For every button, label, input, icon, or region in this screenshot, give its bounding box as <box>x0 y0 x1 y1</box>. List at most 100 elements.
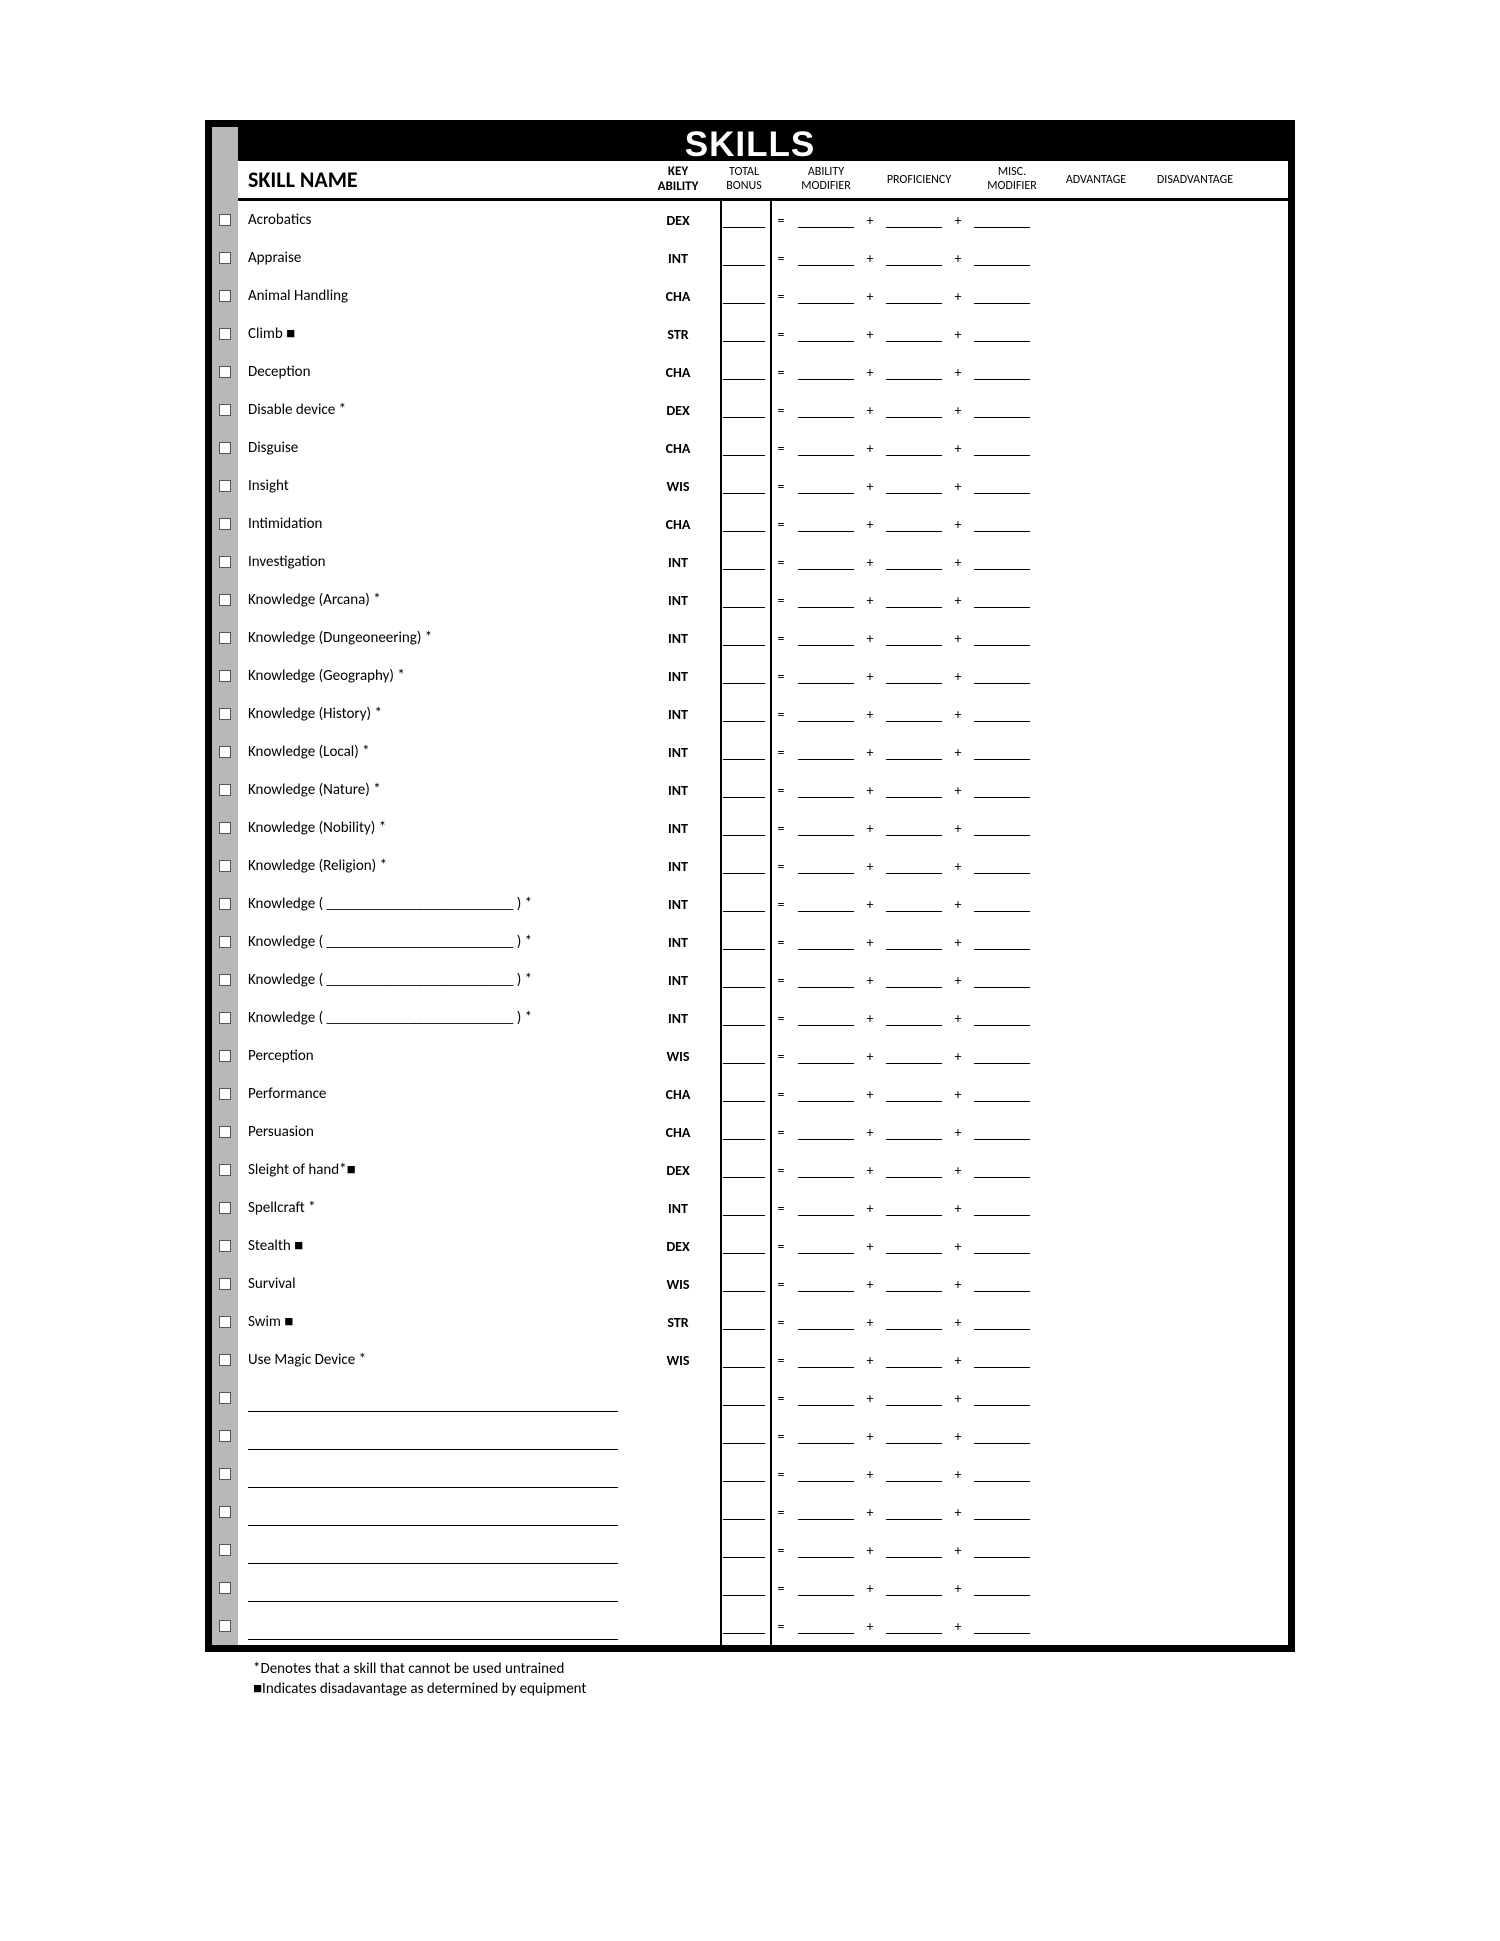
ability-modifier-field[interactable] <box>787 1276 865 1292</box>
proficient-checkbox[interactable] <box>219 1392 231 1404</box>
skill-name-input[interactable] <box>248 1510 618 1526</box>
proficient-checkbox[interactable] <box>219 1316 231 1328</box>
misc-modifier-field[interactable] <box>963 858 1041 874</box>
ability-modifier-field[interactable] <box>787 402 865 418</box>
proficiency-field[interactable] <box>875 1124 953 1140</box>
proficiency-field[interactable] <box>875 858 953 874</box>
ability-modifier-field[interactable] <box>787 1466 865 1482</box>
ability-modifier-field[interactable] <box>787 1162 865 1178</box>
proficiency-field[interactable] <box>875 934 953 950</box>
proficiency-field[interactable] <box>875 592 953 608</box>
misc-modifier-field[interactable] <box>963 1428 1041 1444</box>
ability-modifier-field[interactable] <box>787 516 865 532</box>
misc-modifier-field[interactable] <box>963 478 1041 494</box>
total-bonus-field[interactable] <box>713 516 775 532</box>
ability-modifier-field[interactable] <box>787 972 865 988</box>
proficiency-field[interactable] <box>875 1542 953 1558</box>
proficient-checkbox[interactable] <box>219 1430 231 1442</box>
ability-modifier-field[interactable] <box>787 440 865 456</box>
proficiency-field[interactable] <box>875 1504 953 1520</box>
ability-modifier-field[interactable] <box>787 1238 865 1254</box>
proficiency-field[interactable] <box>875 1200 953 1216</box>
total-bonus-field[interactable] <box>713 668 775 684</box>
proficient-checkbox[interactable] <box>219 670 231 682</box>
ability-modifier-field[interactable] <box>787 1200 865 1216</box>
proficient-checkbox[interactable] <box>219 632 231 644</box>
total-bonus-field[interactable] <box>713 1314 775 1330</box>
proficient-checkbox[interactable] <box>219 214 231 226</box>
ability-modifier-field[interactable] <box>787 326 865 342</box>
proficient-checkbox[interactable] <box>219 1240 231 1252</box>
proficiency-field[interactable] <box>875 706 953 722</box>
total-bonus-field[interactable] <box>713 972 775 988</box>
misc-modifier-field[interactable] <box>963 744 1041 760</box>
misc-modifier-field[interactable] <box>963 1010 1041 1026</box>
ability-modifier-field[interactable] <box>787 782 865 798</box>
total-bonus-field[interactable] <box>713 630 775 646</box>
proficiency-field[interactable] <box>875 972 953 988</box>
proficiency-field[interactable] <box>875 1048 953 1064</box>
proficient-checkbox[interactable] <box>219 936 231 948</box>
skill-name-input[interactable] <box>248 1434 618 1450</box>
ability-modifier-field[interactable] <box>787 288 865 304</box>
proficiency-field[interactable] <box>875 782 953 798</box>
proficient-checkbox[interactable] <box>219 1050 231 1062</box>
ability-modifier-field[interactable] <box>787 1618 865 1634</box>
proficient-checkbox[interactable] <box>219 594 231 606</box>
misc-modifier-field[interactable] <box>963 592 1041 608</box>
proficient-checkbox[interactable] <box>219 1278 231 1290</box>
ability-modifier-field[interactable] <box>787 478 865 494</box>
total-bonus-field[interactable] <box>713 1010 775 1026</box>
proficiency-field[interactable] <box>875 212 953 228</box>
proficient-checkbox[interactable] <box>219 1012 231 1024</box>
proficiency-field[interactable] <box>875 668 953 684</box>
misc-modifier-field[interactable] <box>963 1086 1041 1102</box>
total-bonus-field[interactable] <box>713 1124 775 1140</box>
proficient-checkbox[interactable] <box>219 822 231 834</box>
ability-modifier-field[interactable] <box>787 1580 865 1596</box>
proficiency-field[interactable] <box>875 1580 953 1596</box>
total-bonus-field[interactable] <box>713 934 775 950</box>
misc-modifier-field[interactable] <box>963 1314 1041 1330</box>
misc-modifier-field[interactable] <box>963 934 1041 950</box>
proficiency-field[interactable] <box>875 1428 953 1444</box>
ability-modifier-field[interactable] <box>787 1542 865 1558</box>
skill-name-input[interactable] <box>248 1548 618 1564</box>
total-bonus-field[interactable] <box>713 1162 775 1178</box>
proficient-checkbox[interactable] <box>219 480 231 492</box>
total-bonus-field[interactable] <box>713 1276 775 1292</box>
proficient-checkbox[interactable] <box>219 328 231 340</box>
ability-modifier-field[interactable] <box>787 934 865 950</box>
total-bonus-field[interactable] <box>713 744 775 760</box>
total-bonus-field[interactable] <box>713 1048 775 1064</box>
proficient-checkbox[interactable] <box>219 860 231 872</box>
misc-modifier-field[interactable] <box>963 326 1041 342</box>
proficient-checkbox[interactable] <box>219 518 231 530</box>
total-bonus-field[interactable] <box>713 1200 775 1216</box>
proficiency-field[interactable] <box>875 554 953 570</box>
total-bonus-field[interactable] <box>713 1504 775 1520</box>
misc-modifier-field[interactable] <box>963 1466 1041 1482</box>
misc-modifier-field[interactable] <box>963 972 1041 988</box>
misc-modifier-field[interactable] <box>963 1504 1041 1520</box>
ability-modifier-field[interactable] <box>787 212 865 228</box>
proficient-checkbox[interactable] <box>219 442 231 454</box>
misc-modifier-field[interactable] <box>963 1542 1041 1558</box>
total-bonus-field[interactable] <box>713 782 775 798</box>
proficiency-field[interactable] <box>875 1390 953 1406</box>
ability-modifier-field[interactable] <box>787 554 865 570</box>
proficient-checkbox[interactable] <box>219 1582 231 1594</box>
total-bonus-field[interactable] <box>713 592 775 608</box>
misc-modifier-field[interactable] <box>963 630 1041 646</box>
proficient-checkbox[interactable] <box>219 746 231 758</box>
proficiency-field[interactable] <box>875 1314 953 1330</box>
proficiency-field[interactable] <box>875 744 953 760</box>
proficient-checkbox[interactable] <box>219 784 231 796</box>
ability-modifier-field[interactable] <box>787 630 865 646</box>
total-bonus-field[interactable] <box>713 212 775 228</box>
proficient-checkbox[interactable] <box>219 556 231 568</box>
ability-modifier-field[interactable] <box>787 1428 865 1444</box>
ability-modifier-field[interactable] <box>787 364 865 380</box>
proficiency-field[interactable] <box>875 1352 953 1368</box>
misc-modifier-field[interactable] <box>963 402 1041 418</box>
